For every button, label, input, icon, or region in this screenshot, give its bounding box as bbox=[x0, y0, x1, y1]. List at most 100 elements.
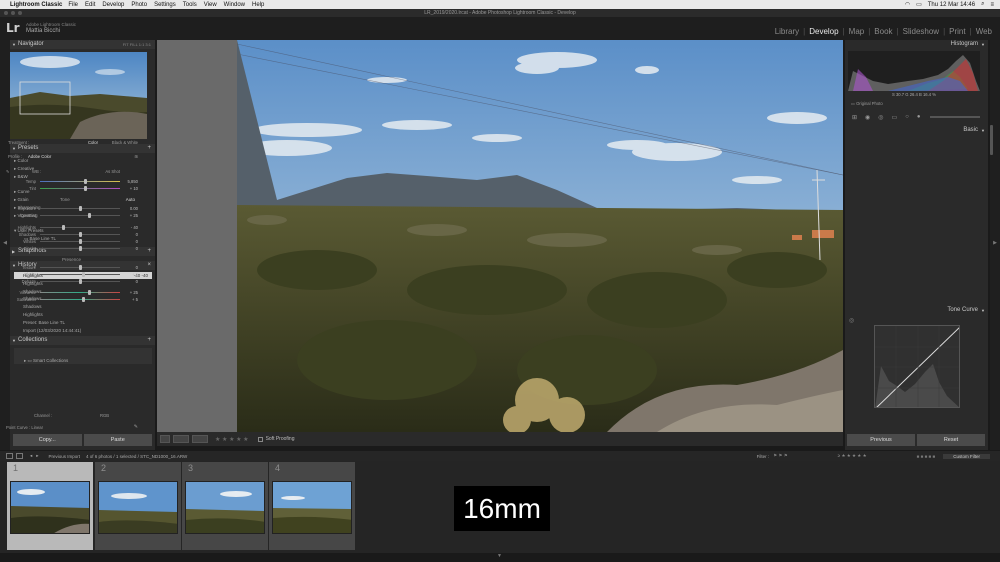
slider-highlights[interactable]: Highlights - 40 bbox=[4, 224, 140, 231]
profile-dropdown[interactable]: Adobe Color bbox=[28, 153, 51, 160]
window-controls[interactable] bbox=[4, 11, 22, 15]
curve-target-icon[interactable]: ◎ bbox=[849, 317, 854, 324]
graduated-filter-icon[interactable]: ▭ bbox=[892, 114, 898, 121]
treatment-bw[interactable]: Black & White bbox=[112, 139, 138, 146]
histogram-header[interactable]: Histogram ▼ bbox=[845, 40, 988, 49]
right-panel-scrollbar[interactable] bbox=[990, 125, 993, 155]
navigator-zoom-options[interactable]: FIT FILL 1:1 3:1 bbox=[123, 40, 151, 49]
before-after-swap-button[interactable] bbox=[192, 435, 208, 443]
treatment-color[interactable]: Color bbox=[88, 139, 98, 146]
slider-contrast[interactable]: Contrast + 25 bbox=[4, 212, 140, 219]
slider-clarity[interactable]: Clarity + 5 bbox=[4, 271, 140, 278]
slider-vibrance[interactable]: Vibrance + 25 bbox=[4, 289, 140, 296]
slider-blacks[interactable]: Blacks 0 bbox=[4, 245, 140, 252]
rating-stars[interactable]: ★ ★ ★ ★ ★ bbox=[215, 436, 249, 443]
filmstrip-source[interactable]: Previous Import bbox=[49, 454, 81, 459]
module-book[interactable]: Book bbox=[870, 27, 896, 36]
menu-file[interactable]: File bbox=[68, 2, 78, 8]
history-item[interactable]: Preset: Base Line TL bbox=[14, 319, 152, 326]
rating-filter[interactable]: ≥ ★ ★ ★ ★ ★ bbox=[838, 453, 867, 459]
loupe-view-button[interactable] bbox=[160, 435, 170, 443]
battery-icon[interactable]: ▭ bbox=[916, 1, 922, 8]
eyedropper-icon[interactable]: ✎ bbox=[6, 168, 10, 175]
module-slideshow[interactable]: Slideshow bbox=[899, 27, 943, 36]
collections-header[interactable]: ▼ Collections + bbox=[10, 336, 155, 345]
forward-arrow-icon[interactable]: ▸ bbox=[36, 453, 38, 459]
module-develop[interactable]: Develop bbox=[805, 27, 842, 36]
wb-dropdown[interactable]: As Shot bbox=[105, 168, 120, 175]
before-after-button[interactable] bbox=[173, 435, 189, 443]
module-map[interactable]: Map bbox=[845, 27, 869, 36]
back-arrow-icon[interactable]: ◂ bbox=[30, 453, 32, 459]
red-eye-icon[interactable]: ◎ bbox=[878, 114, 883, 121]
color-label-filter[interactable]: ■ ■ ■ ■ ■ bbox=[917, 454, 936, 459]
add-collection-icon[interactable]: + bbox=[147, 336, 151, 345]
channel-dropdown[interactable]: RGB bbox=[100, 412, 109, 419]
clear-history-icon[interactable]: × bbox=[147, 261, 151, 270]
history-item[interactable]: Shadows bbox=[14, 303, 152, 310]
smart-collections[interactable]: ▸ ▭ Smart Collections bbox=[24, 358, 68, 364]
add-preset-icon[interactable]: + bbox=[147, 144, 151, 153]
original-photo-toggle[interactable]: ▭ Original Photo bbox=[851, 101, 883, 106]
app-menu[interactable]: Lightroom Classic bbox=[10, 2, 62, 8]
basic-header[interactable]: Basic ▼ bbox=[845, 126, 988, 135]
grid-icon[interactable] bbox=[16, 453, 23, 459]
wifi-icon[interactable]: ◠ bbox=[905, 1, 910, 8]
tone-curve-header[interactable]: Tone Curve ▼ bbox=[845, 306, 988, 315]
menu-window[interactable]: Window bbox=[224, 2, 245, 8]
filmstrip-cell[interactable]: 2 bbox=[95, 462, 181, 550]
navigator-header[interactable]: ▼ Navigator FIT FILL 1:1 3:1 bbox=[10, 40, 155, 49]
crop-icon[interactable]: ⊞ bbox=[852, 114, 857, 121]
flag-filter-icons[interactable]: ⚑ ⚑ ⚑ bbox=[773, 453, 788, 459]
slider-saturation[interactable]: Saturation + 5 bbox=[4, 296, 140, 303]
slider-whites[interactable]: Whites 0 bbox=[4, 238, 140, 245]
tone-curve-graph[interactable] bbox=[874, 325, 960, 408]
search-icon[interactable]: ⌕ bbox=[981, 1, 984, 8]
clock[interactable]: Thu 12 Mar 14:46 bbox=[928, 2, 975, 8]
slider-tint[interactable]: Tint + 10 bbox=[4, 185, 140, 192]
filmstrip-toggle-arrow-icon[interactable]: ▼ bbox=[497, 553, 502, 559]
slider-exposure[interactable]: Exposure 0.00 bbox=[4, 205, 140, 212]
curve-edit-icon[interactable]: ✎ bbox=[134, 424, 138, 431]
module-web[interactable]: Web bbox=[972, 27, 996, 36]
history-item[interactable]: Highlights bbox=[14, 311, 152, 318]
photo-thumbnail[interactable] bbox=[185, 481, 265, 534]
menu-develop[interactable]: Develop bbox=[102, 2, 124, 8]
histogram-graph[interactable] bbox=[848, 51, 980, 91]
filmstrip-cell[interactable]: 4 bbox=[269, 462, 355, 550]
module-print[interactable]: Print bbox=[945, 27, 969, 36]
add-snapshot-icon[interactable]: + bbox=[147, 247, 151, 256]
photo-thumbnail[interactable] bbox=[10, 481, 90, 534]
tool-slider[interactable] bbox=[930, 116, 980, 118]
history-item[interactable]: Import (12/03/2020 14:44:41) bbox=[14, 327, 152, 334]
adjustment-brush-icon[interactable]: ● bbox=[917, 114, 921, 120]
auto-tone-button[interactable]: Auto bbox=[126, 197, 135, 202]
custom-filter-dropdown[interactable]: Custom Filter bbox=[943, 453, 990, 459]
menu-edit[interactable]: Edit bbox=[85, 2, 95, 8]
menu-list-icon[interactable]: ≡ bbox=[990, 2, 994, 8]
module-library[interactable]: Library bbox=[771, 27, 803, 36]
previous-button[interactable]: Previous bbox=[847, 434, 915, 446]
main-photo[interactable] bbox=[237, 40, 843, 432]
copy-button[interactable]: Copy... bbox=[13, 434, 82, 446]
photo-thumbnail[interactable] bbox=[98, 481, 178, 534]
menu-help[interactable]: Help bbox=[252, 2, 264, 8]
profile-browser-icon[interactable]: ⊞ bbox=[134, 153, 138, 160]
navigator-preview[interactable] bbox=[10, 52, 147, 139]
paste-button[interactable]: Paste bbox=[83, 434, 152, 446]
point-curve-dropdown[interactable]: Point Curve : Linear bbox=[6, 424, 43, 431]
filmstrip-cell[interactable]: 1 bbox=[7, 462, 93, 550]
menu-tools[interactable]: Tools bbox=[183, 2, 197, 8]
soft-proofing-checkbox[interactable] bbox=[257, 436, 263, 442]
slider-shadows[interactable]: Shadows 0 bbox=[4, 231, 140, 238]
menu-photo[interactable]: Photo bbox=[131, 2, 147, 8]
right-panel-toggle[interactable]: ▶ bbox=[990, 40, 1000, 450]
secondary-window-icon[interactable] bbox=[6, 453, 13, 459]
menu-view[interactable]: View bbox=[204, 2, 217, 8]
menu-settings[interactable]: Settings bbox=[154, 2, 176, 8]
radial-filter-icon[interactable]: ○ bbox=[905, 114, 909, 120]
slider-temp[interactable]: Temp 5,850 bbox=[4, 178, 140, 185]
spot-removal-icon[interactable]: ◉ bbox=[865, 114, 870, 121]
reset-button[interactable]: Reset bbox=[917, 434, 985, 446]
photo-thumbnail[interactable] bbox=[272, 481, 352, 534]
